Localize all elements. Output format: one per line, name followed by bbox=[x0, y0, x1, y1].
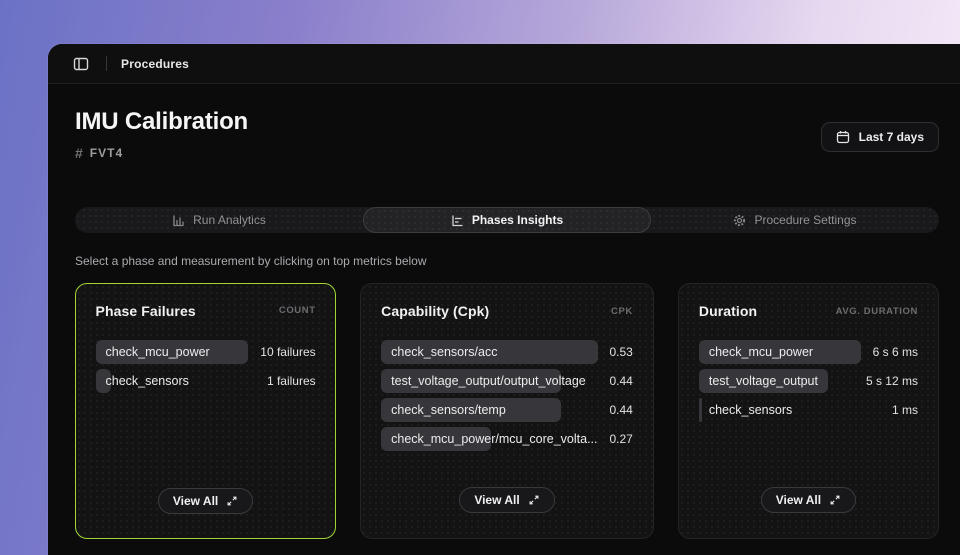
metric-row-label: check_sensors/temp bbox=[381, 398, 597, 422]
view-all-button[interactable]: View All bbox=[761, 487, 856, 513]
metric-row[interactable]: check_sensors/acc 0.53 bbox=[381, 340, 633, 364]
metric-row[interactable]: check_mcu_power/mcu_core_volta... 0.27 bbox=[381, 427, 633, 451]
tab-procedure-settings[interactable]: Procedure Settings bbox=[651, 207, 939, 233]
tab-phases-insights[interactable]: Phases Insights bbox=[363, 207, 651, 233]
card-metric-label: COUNT bbox=[279, 305, 316, 316]
page-header: IMU Calibration # FVT4 Last 7 days bbox=[75, 108, 939, 161]
procedure-tag-label: FVT4 bbox=[90, 146, 123, 160]
helper-text: Select a phase and measurement by clicki… bbox=[75, 254, 939, 268]
metric-row[interactable]: test_voltage_output/output_voltage 0.44 bbox=[381, 369, 633, 393]
card-phase-failures[interactable]: Phase Failures COUNT check_mcu_power 10 … bbox=[75, 283, 336, 539]
date-range-label: Last 7 days bbox=[859, 130, 924, 144]
card-title: Phase Failures bbox=[96, 303, 196, 319]
metric-row-label: check_sensors bbox=[96, 369, 255, 393]
metric-row[interactable]: check_sensors/temp 0.44 bbox=[381, 398, 633, 422]
date-range-button[interactable]: Last 7 days bbox=[821, 122, 939, 152]
bar-chart-icon bbox=[172, 214, 185, 227]
tab-bar: Run Analytics Phases Insights bbox=[75, 207, 939, 233]
metric-row[interactable]: check_mcu_power 10 failures bbox=[96, 340, 316, 364]
metric-row-value: 0.44 bbox=[610, 403, 633, 417]
metric-row-value: 1 failures bbox=[267, 374, 316, 388]
top-bar: Procedures bbox=[48, 44, 960, 84]
card-metric-label: CPK bbox=[611, 306, 633, 317]
metric-row-value: 1 ms bbox=[892, 403, 918, 417]
calendar-icon bbox=[836, 130, 850, 144]
metric-row-value: 0.53 bbox=[610, 345, 633, 359]
sidebar-toggle-button[interactable] bbox=[70, 53, 92, 75]
metric-row[interactable]: check_mcu_power 6 s 6 ms bbox=[699, 340, 918, 364]
metric-row-value: 6 s 6 ms bbox=[873, 345, 918, 359]
metric-row-label: test_voltage_output/output_voltage bbox=[381, 369, 597, 393]
metric-row[interactable]: test_voltage_output 5 s 12 ms bbox=[699, 369, 918, 393]
breadcrumb[interactable]: Procedures bbox=[121, 57, 189, 71]
gear-icon bbox=[733, 214, 746, 227]
tab-label: Run Analytics bbox=[193, 213, 266, 227]
metric-row-value: 10 failures bbox=[260, 345, 315, 359]
card-capability-cpk[interactable]: Capability (Cpk) CPK check_sensors/acc 0… bbox=[360, 283, 654, 539]
metric-row[interactable]: check_sensors 1 ms bbox=[699, 398, 918, 422]
metric-row-label: check_sensors bbox=[699, 398, 880, 422]
tab-label: Phases Insights bbox=[472, 213, 563, 227]
diagonal-arrows-icon bbox=[528, 494, 540, 506]
view-all-label: View All bbox=[776, 493, 821, 507]
topbar-divider bbox=[106, 56, 107, 71]
view-all-button[interactable]: View All bbox=[459, 487, 554, 513]
tab-label: Procedure Settings bbox=[754, 213, 856, 227]
metric-row[interactable]: check_sensors 1 failures bbox=[96, 369, 316, 393]
diagonal-arrows-icon bbox=[226, 495, 238, 507]
page-title: IMU Calibration bbox=[75, 108, 248, 136]
card-metric-label: AVG. DURATION bbox=[836, 306, 918, 317]
view-all-button[interactable]: View All bbox=[158, 488, 253, 514]
metric-row-value: 0.44 bbox=[610, 374, 633, 388]
metric-row-label: check_mcu_power bbox=[699, 340, 861, 364]
metric-cards: Phase Failures COUNT check_mcu_power 10 … bbox=[75, 283, 939, 539]
diagonal-arrows-icon bbox=[829, 494, 841, 506]
view-all-label: View All bbox=[173, 494, 218, 508]
metric-row-label: check_mcu_power/mcu_core_volta... bbox=[381, 427, 597, 451]
card-title: Capability (Cpk) bbox=[381, 303, 489, 319]
panel-left-icon bbox=[73, 56, 89, 72]
metric-row-label: check_sensors/acc bbox=[381, 340, 597, 364]
horizontal-bar-chart-icon bbox=[451, 214, 464, 227]
tab-run-analytics[interactable]: Run Analytics bbox=[75, 207, 363, 233]
metric-row-label: check_mcu_power bbox=[96, 340, 249, 364]
app-window: Procedures IMU Calibration # FVT4 bbox=[48, 44, 960, 555]
card-title: Duration bbox=[699, 303, 757, 319]
metric-row-value: 0.27 bbox=[610, 432, 633, 446]
card-duration[interactable]: Duration AVG. DURATION check_mcu_power 6… bbox=[678, 283, 939, 539]
view-all-label: View All bbox=[474, 493, 519, 507]
metric-row-value: 5 s 12 ms bbox=[866, 374, 918, 388]
hash-icon: # bbox=[75, 145, 83, 161]
metric-row-label: test_voltage_output bbox=[699, 369, 854, 393]
procedure-tag: # FVT4 bbox=[75, 145, 248, 161]
